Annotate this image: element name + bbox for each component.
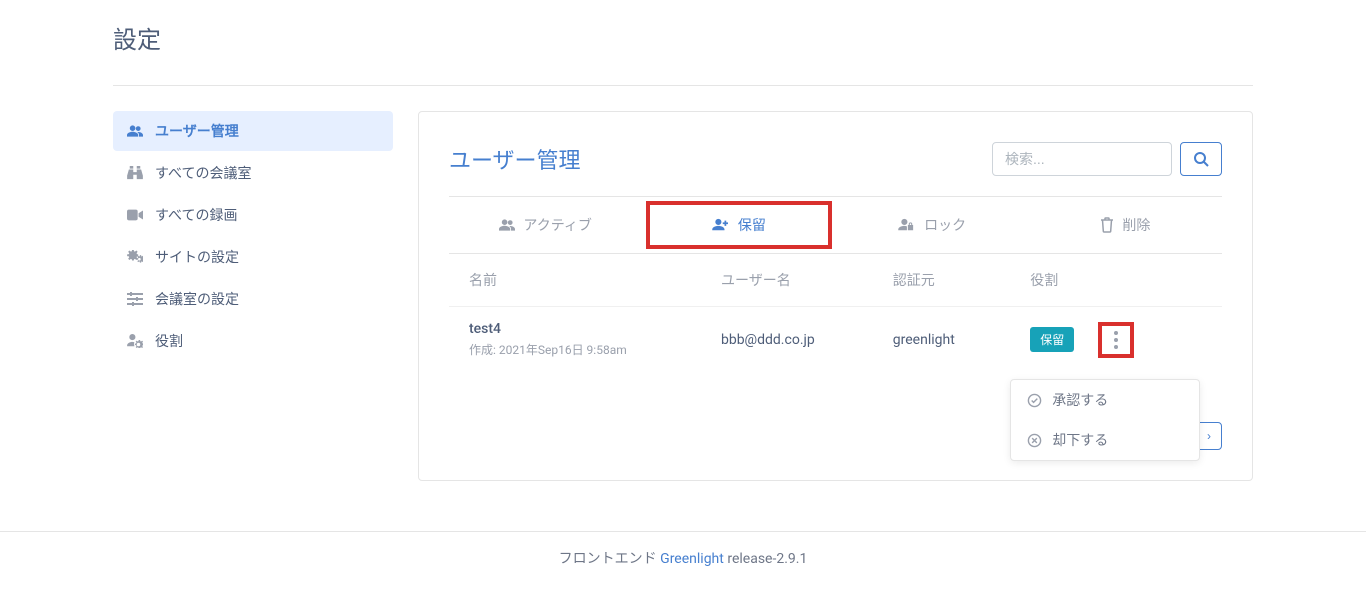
user-lock-icon: [898, 218, 916, 232]
dropdown-item-label: 承認する: [1052, 390, 1108, 410]
user-auth: greenlight: [893, 332, 1030, 348]
sliders-icon: [127, 292, 155, 306]
tab-lock[interactable]: ロック: [836, 197, 1029, 253]
row-actions-button[interactable]: [1104, 328, 1128, 352]
sidebar-item-label: ユーザー管理: [155, 121, 239, 141]
footer-link[interactable]: Greenlight: [660, 551, 724, 567]
users-icon: [499, 218, 515, 232]
sidebar-item-label: すべての録画: [155, 205, 237, 225]
divider: [113, 85, 1253, 86]
user-name: test4: [469, 321, 721, 337]
search-icon: [1193, 151, 1209, 167]
sidebar-item-label: サイトの設定: [155, 247, 239, 267]
column-name: 名前: [469, 270, 721, 290]
tab-label: アクティブ: [523, 215, 591, 235]
user-cog-icon: [127, 334, 155, 348]
cogs-icon: [127, 250, 155, 264]
sidebar-item-recordings[interactable]: すべての録画: [113, 195, 393, 235]
binoculars-icon: [127, 166, 155, 180]
role-badge: 保留: [1030, 327, 1074, 352]
tab-pending[interactable]: 保留: [642, 197, 835, 253]
row-actions-menu: 承認する 却下する: [1010, 379, 1200, 461]
trash-icon: [1100, 217, 1114, 233]
search-button[interactable]: [1180, 142, 1222, 176]
sidebar-item-users[interactable]: ユーザー管理: [113, 111, 393, 151]
table-row: test4 作成: 2021年Sep16日 9:58am bbb@ddd.co.…: [449, 306, 1222, 372]
dropdown-item-label: 却下する: [1052, 430, 1108, 450]
users-table: 名前 ユーザー名 認証元 役割 test4 作成: 2021年Sep16日 9:…: [449, 254, 1222, 372]
dropdown-approve[interactable]: 承認する: [1011, 380, 1199, 420]
sidebar-item-rooms[interactable]: すべての会議室: [113, 153, 393, 193]
x-circle-icon: [1027, 433, 1042, 448]
column-auth: 認証元: [893, 270, 1030, 290]
tab-active[interactable]: アクティブ: [449, 197, 642, 253]
table-header: 名前 ユーザー名 認証元 役割: [449, 254, 1222, 306]
check-circle-icon: [1027, 393, 1042, 408]
tab-label: ロック: [924, 215, 966, 235]
sidebar-item-label: すべての会議室: [155, 163, 251, 183]
card: ユーザー管理 アク: [418, 111, 1253, 481]
tab-label: 削除: [1122, 215, 1150, 235]
sidebar-item-roles[interactable]: 役割: [113, 321, 393, 361]
user-plus-icon: [712, 218, 730, 232]
tab-label: 保留: [738, 215, 766, 235]
page-title: 設定: [113, 20, 1253, 55]
tab-delete[interactable]: 削除: [1029, 197, 1222, 253]
column-username: ユーザー名: [721, 270, 893, 290]
tabs: アクティブ 保留 ロック: [449, 197, 1222, 254]
dropdown-reject[interactable]: 却下する: [1011, 420, 1199, 460]
user-username: bbb@ddd.co.jp: [721, 332, 893, 348]
sidebar: ユーザー管理 すべての会議室 すべての録画 サイトの設定: [113, 111, 393, 481]
section-title: ユーザー管理: [449, 143, 581, 175]
user-created: 作成: 2021年Sep16日 9:58am: [469, 341, 721, 358]
sidebar-item-label: 役割: [155, 331, 183, 351]
sidebar-item-site-settings[interactable]: サイトの設定: [113, 237, 393, 277]
column-role: 役割: [1030, 270, 1202, 290]
video-icon: [127, 209, 155, 221]
sidebar-item-label: 会議室の設定: [155, 289, 239, 309]
footer: フロントエンド Greenlight release-2.9.1: [0, 531, 1366, 584]
sidebar-item-room-settings[interactable]: 会議室の設定: [113, 279, 393, 319]
search-input[interactable]: [992, 142, 1172, 176]
users-icon: [127, 124, 155, 138]
